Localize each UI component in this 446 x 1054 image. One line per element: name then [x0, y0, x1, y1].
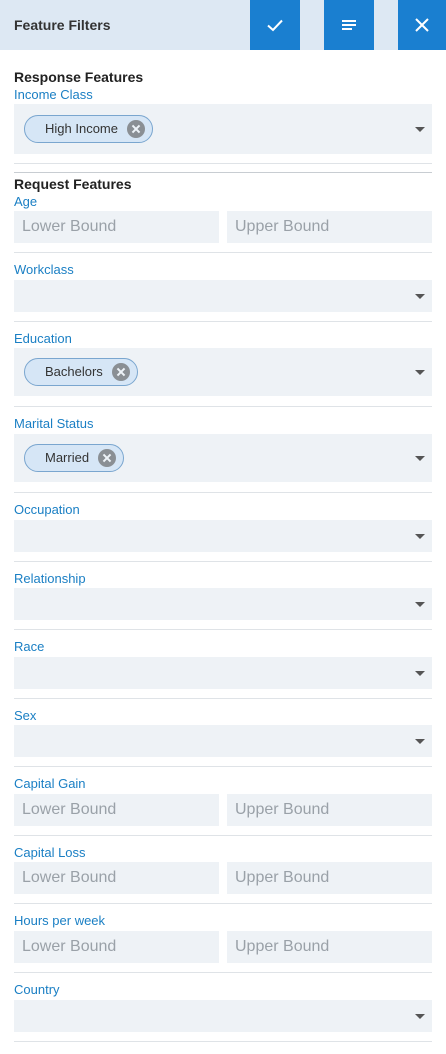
divider [14, 972, 432, 973]
divider [14, 698, 432, 699]
workclass-select[interactable] [14, 280, 432, 312]
sort-lines-icon [342, 20, 356, 30]
dropdown-arrow-icon [415, 294, 425, 299]
marital-status-label: Marital Status [14, 416, 94, 431]
race-label: Race [14, 639, 45, 654]
dropdown-arrow-icon [415, 1014, 425, 1019]
apply-filters-button[interactable] [250, 0, 300, 50]
dropdown-arrow-icon [415, 456, 425, 461]
divider [14, 561, 432, 562]
filter-header: Feature Filters [0, 0, 446, 50]
capital-gain-upper-bound-input[interactable] [227, 794, 432, 826]
chip-label: Bachelors [45, 364, 103, 379]
capital-gain-lower-bound-input[interactable] [14, 794, 219, 826]
panel-title: Feature Filters [14, 17, 111, 33]
country-select[interactable] [14, 1000, 432, 1032]
divider [14, 1041, 432, 1042]
hours-per-week-label: Hours per week [14, 913, 106, 928]
sex-select[interactable] [14, 725, 432, 757]
divider [14, 406, 432, 407]
remove-chip-icon[interactable] [126, 120, 145, 138]
chip-label: High Income [45, 121, 118, 136]
relationship-label: Relationship [14, 571, 86, 586]
dropdown-arrow-icon [415, 602, 425, 607]
education-select[interactable]: Bachelors [14, 348, 432, 396]
capital-gain-label: Capital Gain [14, 776, 86, 791]
remove-chip-icon[interactable] [98, 449, 117, 467]
race-select[interactable] [14, 657, 432, 689]
dropdown-arrow-icon [415, 127, 425, 132]
close-button[interactable] [398, 0, 446, 50]
close-icon [415, 18, 429, 32]
capital-loss-lower-bound-input[interactable] [14, 862, 219, 894]
occupation-select[interactable] [14, 520, 432, 552]
hours-per-week-lower-bound-input[interactable] [14, 931, 219, 963]
divider [14, 163, 432, 164]
remove-chip-icon[interactable] [111, 363, 130, 381]
section-divider [14, 172, 432, 173]
age-upper-bound-input[interactable] [227, 211, 432, 243]
workclass-label: Workclass [14, 262, 74, 277]
response-features-title: Response Features [14, 69, 144, 85]
divider [14, 492, 432, 493]
capital-loss-upper-bound-input[interactable] [227, 862, 432, 894]
divider [14, 835, 432, 836]
occupation-label: Occupation [14, 502, 80, 517]
age-label: Age [14, 194, 38, 209]
selected-chip: High Income [24, 115, 153, 143]
dropdown-arrow-icon [415, 370, 425, 375]
marital-status-select[interactable]: Married [14, 434, 432, 482]
income-class-label: Income Class [14, 87, 93, 102]
income-class-select[interactable]: High Income [14, 104, 432, 154]
hours-per-week-upper-bound-input[interactable] [227, 931, 432, 963]
divider [14, 252, 432, 253]
capital-loss-label: Capital Loss [14, 845, 86, 860]
check-icon [267, 19, 283, 32]
divider [14, 903, 432, 904]
divider [14, 766, 432, 767]
divider [14, 321, 432, 322]
chip-label: Married [45, 450, 90, 465]
request-features-title: Request Features [14, 176, 132, 192]
relationship-select[interactable] [14, 588, 432, 620]
dropdown-arrow-icon [415, 671, 425, 676]
divider [14, 629, 432, 630]
dropdown-arrow-icon [415, 534, 425, 539]
selected-chip: Married [24, 444, 125, 472]
dropdown-arrow-icon [415, 739, 425, 744]
education-label: Education [14, 331, 72, 346]
country-label: Country [14, 982, 60, 997]
sex-label: Sex [14, 708, 37, 723]
age-lower-bound-input[interactable] [14, 211, 219, 243]
sort-button[interactable] [324, 0, 374, 50]
selected-chip: Bachelors [24, 358, 138, 386]
